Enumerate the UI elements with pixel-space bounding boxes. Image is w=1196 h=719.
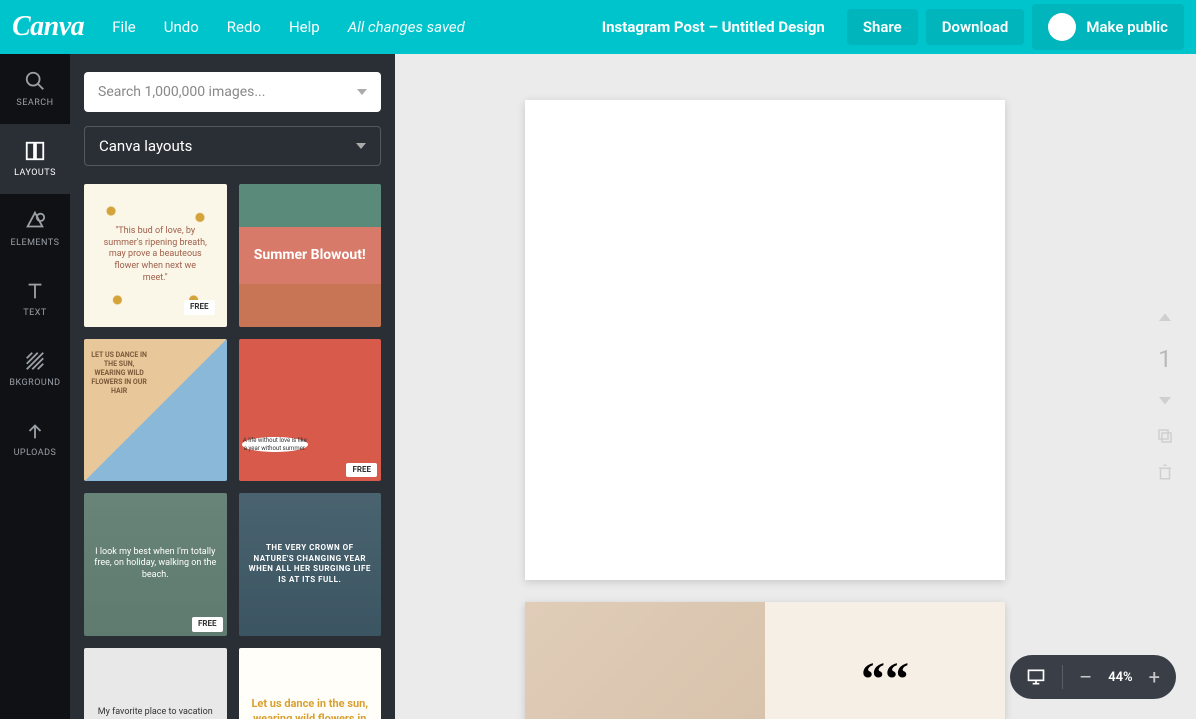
canvas-area[interactable]: ““ 1 – 44% +	[395, 54, 1196, 719]
menu-undo[interactable]: Undo	[164, 18, 199, 36]
main-menu: File Undo Redo Help	[112, 18, 320, 36]
template-grid: "This bud of love, by summer's ripening …	[84, 184, 381, 719]
template-thumb[interactable]: My favorite place to vacation is anyplac…	[84, 648, 227, 719]
template-thumb[interactable]: LET US DANCE IN THE SUN, WEARING WILD FL…	[84, 339, 227, 482]
menu-file[interactable]: File	[112, 18, 136, 36]
background-icon	[24, 350, 46, 372]
search-icon	[24, 70, 46, 92]
tool-rail: SEARCH LAYOUTS ELEMENTS TEXT BKGROUND UP…	[0, 54, 70, 719]
template-thumb[interactable]: THE VERY CROWN OF NATURE'S CHANGING YEAR…	[239, 493, 382, 636]
text-icon	[24, 280, 46, 302]
logo: Canva	[12, 11, 84, 43]
canvas-page-2[interactable]: ““	[525, 602, 1005, 719]
delete-page-icon[interactable]	[1156, 463, 1174, 481]
layouts-icon	[24, 140, 46, 162]
page-up-icon[interactable]	[1156, 309, 1174, 327]
free-badge: FREE	[184, 300, 215, 314]
free-badge: FREE	[346, 463, 377, 477]
share-button[interactable]: Share	[847, 9, 918, 45]
save-status: All changes saved	[348, 18, 465, 36]
top-bar: Canva File Undo Redo Help All changes sa…	[0, 0, 1196, 54]
side-panel: Search 1,000,000 images... Canva layouts…	[70, 54, 395, 719]
avatar-icon	[1048, 13, 1076, 41]
zoom-value[interactable]: 44%	[1108, 670, 1132, 685]
page-controls: 1	[1156, 309, 1174, 481]
menu-help[interactable]: Help	[289, 18, 320, 36]
copy-page-icon[interactable]	[1156, 427, 1174, 445]
search-input[interactable]: Search 1,000,000 images...	[84, 72, 381, 112]
template-thumb[interactable]: "This bud of love, by summer's ripening …	[84, 184, 227, 327]
zoom-out-button[interactable]: –	[1079, 665, 1092, 689]
elements-icon	[24, 210, 46, 232]
tool-background[interactable]: BKGROUND	[0, 334, 70, 404]
upload-icon	[24, 420, 46, 442]
layouts-dropdown[interactable]: Canva layouts	[84, 126, 381, 166]
template-thumb[interactable]: A life without love is like a year witho…	[239, 339, 382, 482]
menu-redo[interactable]: Redo	[227, 18, 261, 36]
zoom-in-button[interactable]: +	[1149, 665, 1160, 689]
page-image	[525, 602, 765, 719]
search-placeholder: Search 1,000,000 images...	[98, 84, 265, 100]
document-title[interactable]: Instagram Post – Untitled Design	[602, 18, 825, 36]
zoom-bar: – 44% +	[1010, 655, 1176, 699]
present-icon[interactable]	[1026, 667, 1046, 687]
tool-search[interactable]: SEARCH	[0, 54, 70, 124]
template-thumb[interactable]: I look my best when I'm totally free, on…	[84, 493, 227, 636]
dropdown-label: Canva layouts	[99, 137, 192, 155]
tool-text[interactable]: TEXT	[0, 264, 70, 334]
tool-uploads[interactable]: UPLOADS	[0, 404, 70, 474]
free-badge: FREE	[192, 617, 223, 631]
canvas-page-1[interactable]	[525, 100, 1005, 580]
download-button[interactable]: Download	[926, 9, 1025, 45]
chevron-down-icon	[357, 89, 367, 95]
page-number: 1	[1158, 345, 1172, 373]
make-public-button[interactable]: Make public	[1032, 4, 1184, 50]
tool-layouts[interactable]: LAYOUTS	[0, 124, 70, 194]
page-down-icon[interactable]	[1156, 391, 1174, 409]
template-thumb[interactable]: Summer Blowout!	[239, 184, 382, 327]
tool-elements[interactable]: ELEMENTS	[0, 194, 70, 264]
quote-mark: ““	[765, 602, 1005, 719]
make-public-label: Make public	[1086, 18, 1168, 36]
template-thumb[interactable]: Let us dance in the sun, wearing wild fl…	[239, 648, 382, 719]
chevron-down-icon	[356, 143, 366, 149]
